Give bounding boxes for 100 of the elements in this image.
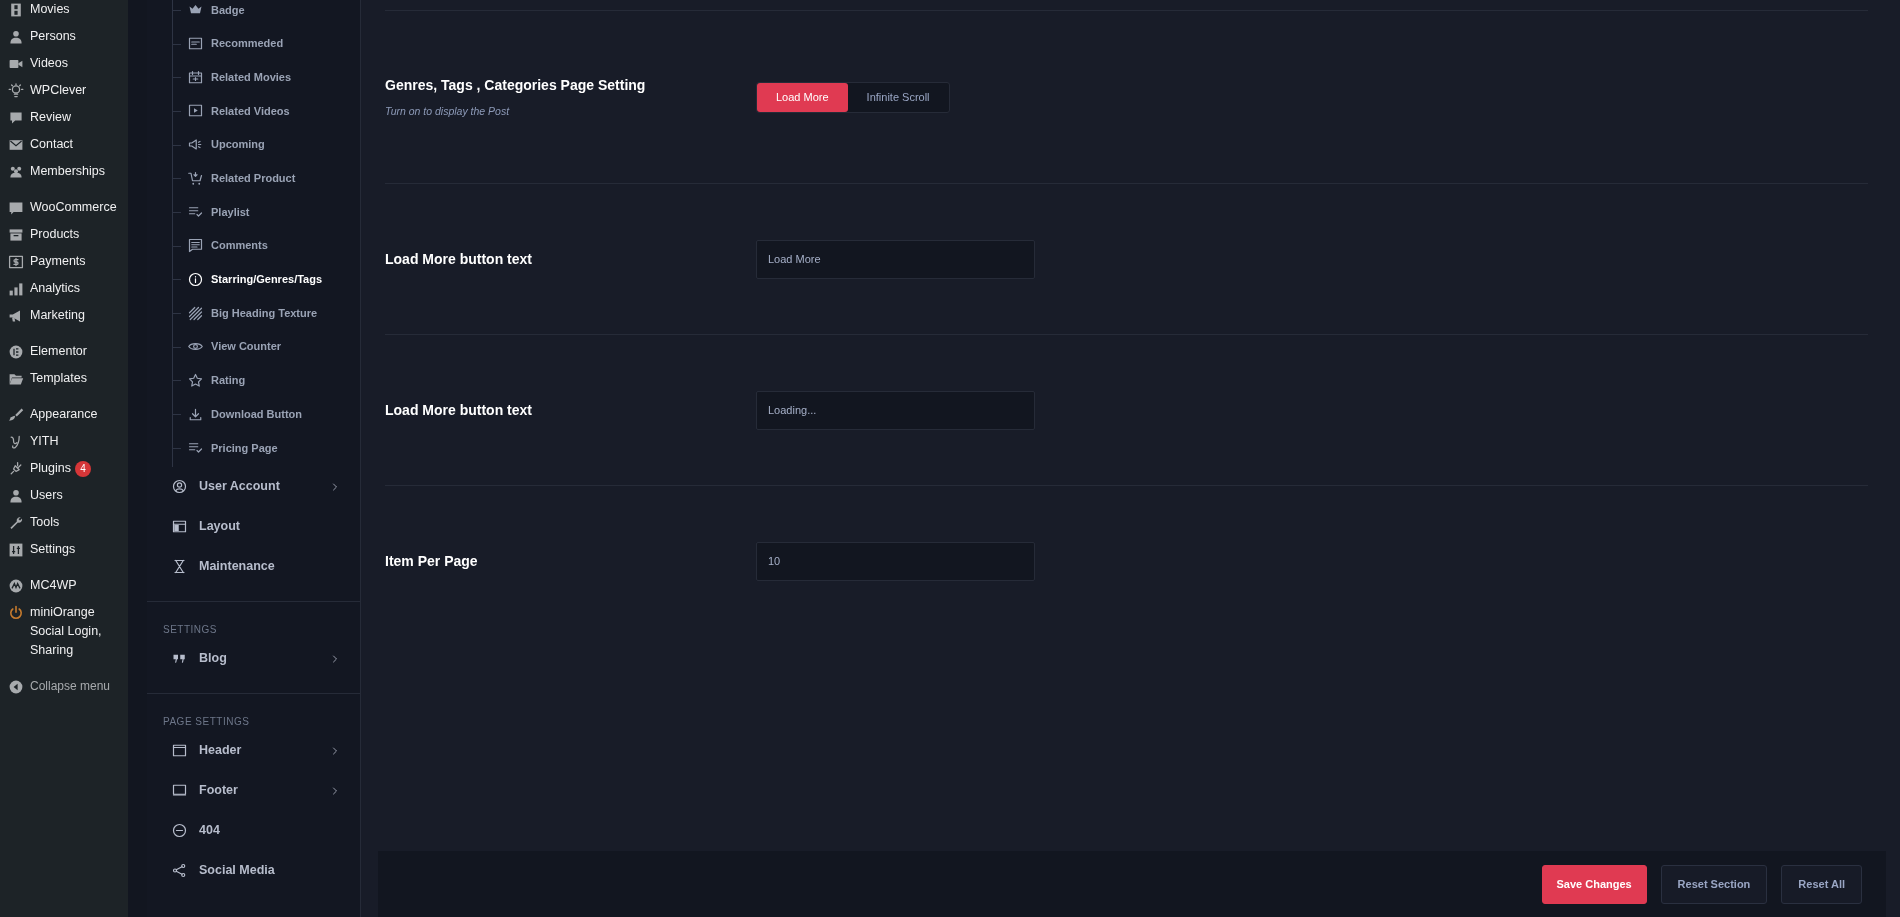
download-icon [188, 406, 203, 422]
admin-menu-item[interactable]: Elementor [0, 338, 128, 365]
chevron-right-icon [330, 481, 340, 492]
setting-title: Genres, Tags , Categories Page Setting [385, 75, 647, 95]
settings-menu-item[interactable]: Recommeded [173, 26, 360, 61]
settings-menu-item[interactable]: Comments [173, 228, 360, 263]
card-icon [188, 36, 203, 52]
settings-menu-item[interactable]: Header [147, 730, 360, 771]
option-button[interactable]: Load More [757, 82, 848, 112]
admin-menu-item[interactable]: Settings [0, 536, 128, 563]
settings-menu-item[interactable]: Related Movies [173, 60, 360, 95]
admin-menu-item[interactable]: WPClever [0, 77, 128, 104]
reset-button[interactable]: Reset All [1781, 864, 1862, 904]
person-icon [8, 488, 24, 504]
count-badge: 4 [75, 461, 91, 477]
settings-menu-item[interactable]: Layout [147, 506, 360, 547]
chevron-right-icon [330, 745, 340, 756]
layout-icon [172, 519, 187, 535]
admin-menu-item[interactable]: Memberships [0, 158, 128, 185]
admin-menu-item[interactable]: Analytics [0, 275, 128, 302]
admin-menu-item[interactable]: miniOrange Social Login, Sharing [0, 599, 128, 664]
speech-bubble-icon [8, 110, 24, 126]
admin-menu-item[interactable]: Review [0, 104, 128, 131]
setting-description: Turn on to display the Post [385, 103, 511, 119]
circle-logo-icon [8, 578, 24, 594]
plug-icon [8, 461, 24, 477]
settings-menu-item[interactable]: User Account [147, 466, 360, 507]
settings-menu-item[interactable]: Badge [173, 0, 360, 27]
star-icon [188, 372, 203, 388]
admin-menu-item[interactable]: YITH [0, 428, 128, 455]
chevron-right-icon [330, 785, 340, 796]
share-icon [172, 863, 187, 879]
user-circle-icon [172, 479, 187, 495]
setting-title: Item Per Page [385, 551, 479, 571]
settings-menu-item[interactable]: Footer [147, 770, 360, 811]
window-icon [172, 743, 187, 759]
people-group-icon [8, 164, 24, 180]
settings-menu-item[interactable]: Playlist [173, 195, 360, 229]
person-icon [8, 29, 24, 45]
settings-menu-item[interactable]: Pricing Page [173, 430, 360, 465]
info-icon [188, 271, 203, 287]
admin-menu-item[interactable]: WooCommerce [0, 194, 128, 221]
admin-menu-item[interactable]: Users [0, 482, 128, 509]
admin-menu-item[interactable]: Payments [0, 248, 128, 275]
settings-menu-item[interactable]: Big Heading Texture [173, 296, 360, 330]
setting-title: Load More button text [385, 249, 533, 269]
calendar-icon [188, 69, 203, 85]
settings-menu-item[interactable]: View Counter [173, 329, 360, 364]
folder-icon [8, 371, 24, 387]
option-button[interactable]: Infinite Scroll [847, 82, 949, 112]
admin-menu-item[interactable]: Appearance [0, 401, 128, 428]
play-box-icon [188, 103, 203, 119]
text-field[interactable]: 10 [756, 541, 1035, 581]
admin-menu-item[interactable]: Tools [0, 509, 128, 536]
save-button[interactable]: Save Changes [1541, 864, 1647, 904]
text-field[interactable]: Loading... [756, 390, 1035, 430]
bar-chart-icon [8, 281, 24, 297]
section-heading: SETTINGS [162, 622, 218, 637]
envelope-icon [8, 137, 24, 153]
settings-menu-item[interactable]: 404 [147, 810, 360, 851]
text-field[interactable]: Load More [756, 239, 1035, 279]
admin-menu-item[interactable]: Contact [0, 131, 128, 158]
settings-menu-item[interactable]: Rating [173, 363, 360, 398]
admin-menu-item[interactable]: Movies [0, 0, 128, 23]
settings-menu-item[interactable]: Upcoming [173, 127, 360, 162]
list-check-icon [188, 440, 203, 456]
settings-menu-item[interactable]: Social Media [147, 850, 360, 891]
admin-menu-item[interactable]: Templates [0, 365, 128, 392]
chevron-right-icon [330, 653, 340, 664]
admin-menu-item[interactable]: Videos [0, 50, 128, 77]
settings-menu-item[interactable]: Related Videos [173, 94, 360, 128]
megaphone-icon [188, 137, 203, 153]
reset-button[interactable]: Reset Section [1660, 864, 1768, 904]
list-check-icon [188, 204, 203, 220]
cart-icon [188, 170, 203, 186]
settings-menu-item[interactable]: Related Product [173, 161, 360, 196]
archive-box-icon [8, 227, 24, 243]
admin-menu-item[interactable]: MC4WP [0, 572, 128, 599]
laptop-icon [172, 783, 187, 799]
settings-menu-item[interactable]: Starring/Genres/Tags [173, 262, 360, 297]
section-heading: PAGE SETTINGS [162, 714, 251, 729]
hatch-lines-icon [188, 305, 203, 321]
settings-menu-item[interactable]: Download Button [173, 397, 360, 431]
settings-menu-item[interactable]: Maintenance [147, 546, 360, 587]
setting-title: Load More button text [385, 400, 533, 420]
chat-badge-icon [8, 200, 24, 216]
lightbulb-icon [8, 83, 24, 99]
wrench-icon [8, 515, 24, 531]
admin-menu-item[interactable]: Persons [0, 23, 128, 50]
minus-circle-icon [172, 823, 187, 839]
settings-menu-item[interactable]: Blog [147, 638, 360, 679]
admin-menu-item[interactable]: Marketing [0, 302, 128, 329]
circle-logo-icon [8, 344, 24, 360]
money-icon [8, 254, 24, 270]
sliders-icon [8, 542, 24, 558]
admin-menu-item[interactable]: Plugins 4 [0, 455, 128, 482]
collapse-menu-button[interactable]: Collapse menu [0, 673, 128, 700]
admin-menu-item[interactable]: Products [0, 221, 128, 248]
paintbrush-icon [8, 407, 24, 423]
power-icon [8, 605, 24, 621]
